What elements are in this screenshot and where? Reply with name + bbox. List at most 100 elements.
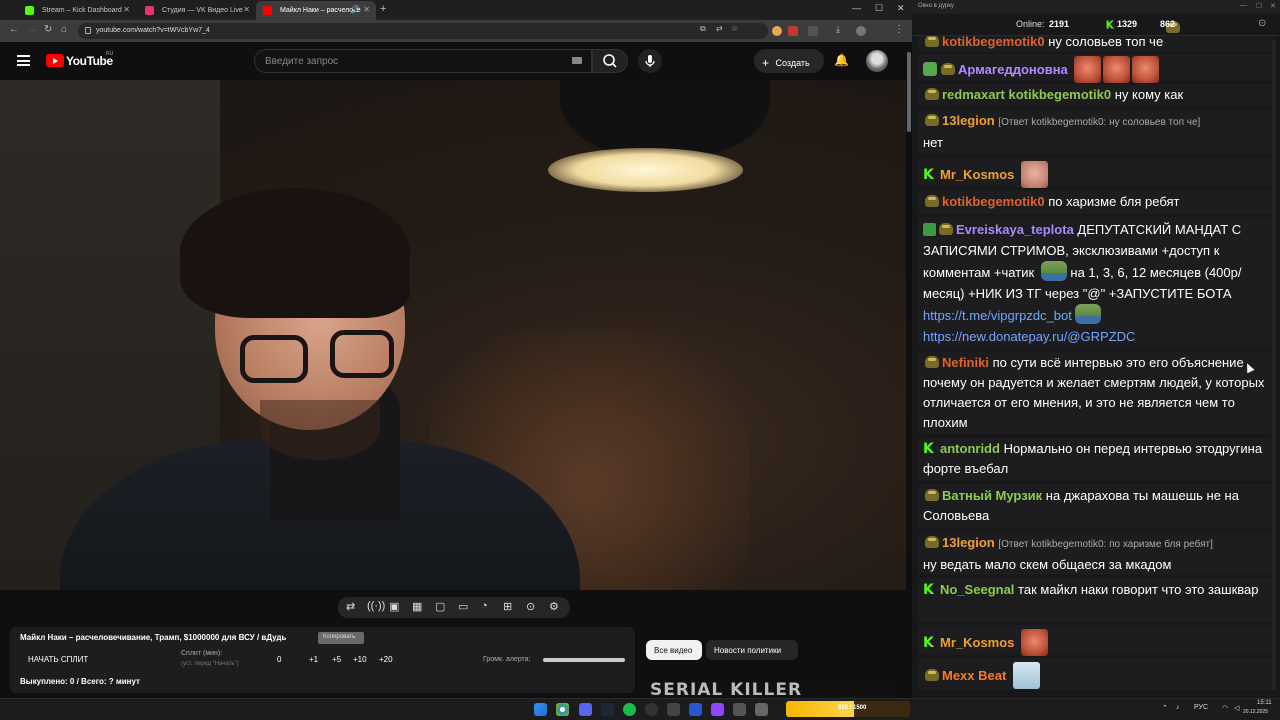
start-split-button[interactable]: НАЧАТЬ СПЛИТ [28, 655, 88, 664]
tab-vk-studio[interactable]: Студия — VK Видео Live ✕ [138, 1, 256, 20]
youtube-logo-icon[interactable] [46, 54, 64, 67]
avatar[interactable] [866, 50, 888, 72]
chat-maximize-icon[interactable]: ☐ [1256, 2, 1262, 10]
url-field[interactable]: youtube.com/watch?v=tWVcbYw7_4 [78, 23, 768, 39]
keyboard-icon[interactable] [572, 57, 582, 64]
pepe-badge-icon [925, 195, 939, 207]
browser-menu-icon[interactable]: ⋮ [894, 24, 904, 35]
watch-later-icon[interactable]: ▣ [389, 600, 399, 613]
chat-nick[interactable]: Nefiniki [942, 355, 989, 370]
close-tab-icon[interactable]: ✕ [123, 5, 130, 14]
settings-gear-icon[interactable]: ⚙ [549, 600, 559, 613]
speed-icon[interactable]: ◔ [481, 600, 488, 612]
volume-icon[interactable]: ◁ [1234, 704, 1239, 712]
maximize-icon[interactable]: ☐ [875, 3, 883, 14]
close-tab-icon[interactable]: ✕ [363, 5, 370, 14]
chat-nick[interactable]: kotikbegemotik0 [942, 194, 1045, 209]
install-icon[interactable]: ⧉ [700, 24, 706, 34]
clock-date[interactable]: 20.12.2025 [1243, 709, 1268, 715]
add-clip-icon[interactable]: ⊞ [503, 600, 512, 613]
chat-mention[interactable]: kotikbegemotik0 [1009, 87, 1112, 102]
app-taskbar-icon[interactable] [733, 703, 746, 716]
theater-mode-icon[interactable]: ▭ [458, 600, 468, 613]
minimize-icon[interactable]: — [852, 3, 861, 13]
add-20-button[interactable]: +20 [379, 655, 393, 664]
video-player[interactable] [0, 80, 906, 590]
chat-nick[interactable]: Mr_Kosmos [940, 635, 1014, 650]
start-windows-icon[interactable] [534, 703, 547, 716]
new-tab-icon[interactable]: + [380, 3, 386, 15]
extension-badge-icon[interactable] [788, 26, 798, 36]
forward-icon[interactable]: → [27, 24, 37, 35]
chat-nick[interactable]: Армагеддоновна [958, 62, 1068, 77]
chat-nick[interactable]: 13legion [942, 535, 995, 550]
chat-nick[interactable]: antonridd [940, 441, 1000, 456]
reload-icon[interactable]: ↻ [44, 24, 52, 35]
voice-search-button[interactable] [638, 49, 662, 73]
alert-volume-slider[interactable] [543, 658, 625, 662]
search-button[interactable] [592, 49, 628, 73]
chat-nick[interactable]: Evreiskaya_teplota [956, 222, 1074, 237]
spotify-taskbar-icon[interactable] [623, 703, 636, 716]
hamburger-menu-icon[interactable] [17, 55, 30, 66]
add-5-button[interactable]: +5 [332, 655, 341, 664]
audio-playing-icon[interactable]: 🔊 [350, 5, 360, 14]
discord-taskbar-icon[interactable] [579, 703, 592, 716]
chip-all-videos[interactable]: Все видео [646, 640, 702, 660]
close-window-icon[interactable]: ✕ [897, 3, 905, 14]
tab-youtube-active[interactable]: Майкл Наки – расчелове 🔊 ✕ [256, 1, 376, 20]
chat-messages[interactable]: kotikbegemotik0 ну соловьев топ че Армаг… [912, 36, 1280, 698]
chat-nick[interactable]: Mexx Beat [942, 668, 1006, 683]
chat-nick[interactable]: Mr_Kosmos [940, 167, 1014, 182]
create-button[interactable]: + Создать [754, 49, 824, 73]
language-indicator[interactable]: РУС [1194, 704, 1208, 711]
add-1-button[interactable]: +1 [309, 655, 318, 664]
clock-time[interactable]: 15:11 [1257, 700, 1272, 706]
extensions-puzzle-icon[interactable] [808, 26, 818, 36]
page-scrollbar-thumb[interactable] [907, 52, 911, 132]
broadcast-icon[interactable]: ((·)) [367, 600, 385, 612]
chrome-taskbar-icon[interactable] [556, 703, 569, 716]
download-icon[interactable]: ⤓ [836, 24, 840, 35]
chat-nick[interactable]: No_Seegnal [940, 582, 1014, 597]
tray-chevron-icon[interactable]: ⌃ [1162, 704, 1168, 712]
steam-taskbar-icon[interactable] [601, 703, 614, 716]
chat-nick[interactable]: kotikbegemotik0 [942, 36, 1045, 49]
profile-icon[interactable] [856, 26, 866, 36]
chat-nick[interactable]: Ватный Мурзик [942, 488, 1042, 503]
chat-minimize-icon[interactable]: — [1240, 2, 1247, 9]
wifi-icon[interactable]: ◠ [1222, 704, 1228, 712]
chat-scrollbar[interactable] [1272, 40, 1276, 690]
picture-in-picture-icon[interactable]: ▢ [435, 600, 445, 613]
screenshot-camera-icon[interactable]: ⊙ [526, 600, 535, 613]
chip-politics-news[interactable]: Новости политики [706, 640, 798, 660]
add-10-button[interactable]: +10 [353, 655, 367, 664]
chat-close-icon[interactable]: ✕ [1270, 2, 1276, 10]
home-icon[interactable]: ⌂ [61, 24, 67, 35]
chat-settings-icon[interactable]: ⊙ [1258, 18, 1266, 29]
notifications-bell-icon[interactable]: 🔔 [834, 53, 849, 67]
loop-icon[interactable]: ⇄ [346, 600, 355, 613]
translate-icon[interactable]: ⇄ [716, 24, 723, 33]
chat-link[interactable]: https://new.donatepay.ru/@GRPZDC [923, 329, 1135, 344]
tab-kick-dashboard[interactable]: Stream – Kick Dashboard ✕ [18, 1, 136, 20]
microphone-tray-icon[interactable]: ♪ [1176, 704, 1180, 711]
film-icon[interactable]: ▦ [412, 600, 422, 613]
app-taskbar-icon[interactable] [711, 703, 724, 716]
app-taskbar-icon[interactable] [667, 703, 680, 716]
app-taskbar-icon[interactable] [755, 703, 768, 716]
media-player-taskbar-icon[interactable] [689, 703, 702, 716]
chat-link[interactable]: https://t.me/vipgrpzdc_bot [923, 308, 1072, 323]
obs-taskbar-icon[interactable] [645, 703, 658, 716]
extension-icon[interactable] [772, 26, 782, 36]
search-input[interactable]: Введите запрос [254, 49, 592, 73]
back-icon[interactable]: ← [9, 24, 19, 35]
donation-goal-widget[interactable]: 825 / 1500 [786, 701, 910, 717]
close-tab-icon[interactable]: ✕ [243, 5, 250, 14]
chat-nick[interactable]: redmaxart [942, 87, 1005, 102]
bookmark-star-icon[interactable]: ☆ [731, 24, 738, 33]
split-value[interactable]: 0 [277, 655, 281, 664]
chat-nick[interactable]: 13legion [942, 113, 995, 128]
recommended-video-thumbnail[interactable]: SERIAL KILLER [646, 682, 896, 698]
copy-title-button[interactable]: Копировать [318, 632, 364, 644]
